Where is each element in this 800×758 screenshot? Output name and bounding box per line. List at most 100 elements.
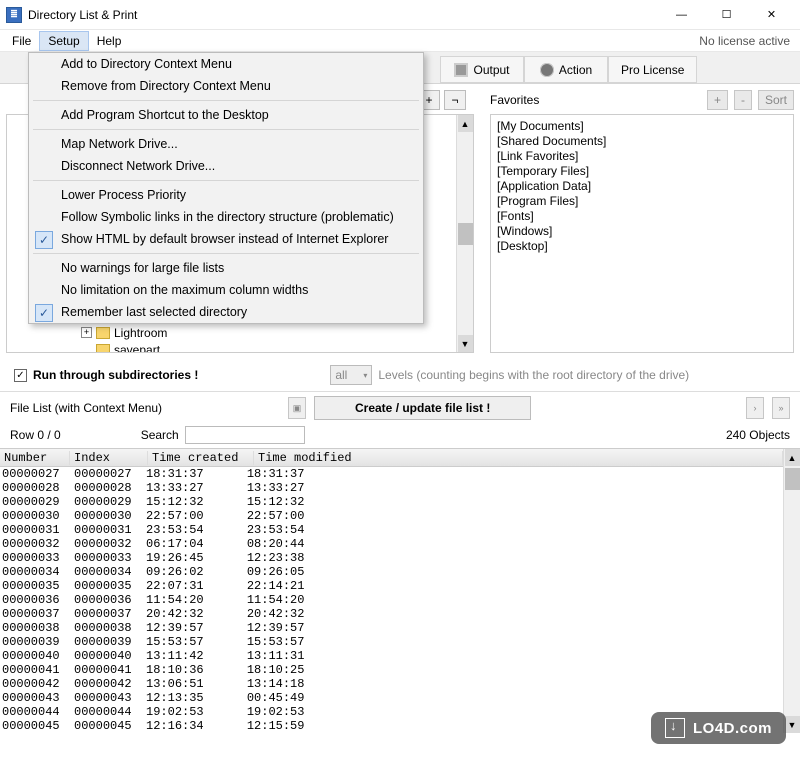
menu-help[interactable]: Help (89, 32, 130, 50)
favorite-item[interactable]: [My Documents] (497, 119, 787, 134)
favorite-add-button[interactable]: + (707, 90, 728, 110)
tree-item[interactable]: savepart (9, 341, 454, 352)
favorite-item[interactable]: [Program Files] (497, 194, 787, 209)
close-button[interactable]: ✕ (749, 1, 794, 29)
tree-item-label: Lightroom (114, 326, 167, 340)
table-row[interactable]: 00000041 00000041 18:10:36 18:10:25 (2, 663, 781, 677)
menu-item[interactable]: Disconnect Network Drive... (29, 155, 423, 177)
menu-item[interactable]: ✓Show HTML by default browser instead of… (29, 228, 423, 250)
favorite-item[interactable]: [Link Favorites] (497, 149, 787, 164)
tree-item-label: savepart (114, 343, 160, 353)
tab-pro-license[interactable]: Pro License (608, 56, 697, 83)
favorite-item[interactable]: [Application Data] (497, 179, 787, 194)
favorite-item[interactable]: [Temporary Files] (497, 164, 787, 179)
table-header-row: Number Index Time created Time modified (0, 449, 783, 467)
setup-dropdown: Add to Directory Context MenuRemove from… (28, 52, 424, 324)
scroll-down-icon[interactable]: ▼ (785, 716, 800, 733)
menu-item[interactable]: Remove from Directory Context Menu (29, 75, 423, 97)
tree-vscrollbar[interactable]: ▲ ▼ (456, 115, 473, 352)
levels-hint: Levels (counting begins with the root di… (378, 368, 689, 382)
table-row[interactable]: 00000035 00000035 22:07:31 22:14:21 (2, 579, 781, 593)
object-count: 240 Objects (726, 428, 790, 442)
scroll-up-icon[interactable]: ▲ (785, 449, 800, 466)
col-index[interactable]: Index (70, 451, 148, 465)
levels-select[interactable]: all ▾ (330, 365, 372, 385)
menu-item[interactable]: Add to Directory Context Menu (29, 53, 423, 75)
table-row[interactable]: 00000028 00000028 13:33:27 13:33:27 (2, 481, 781, 495)
menubar: File Setup Help No license active (0, 30, 800, 52)
table-row[interactable]: 00000037 00000037 20:42:32 20:42:32 (2, 607, 781, 621)
menu-item[interactable]: No warnings for large file lists (29, 257, 423, 279)
page-prev-button[interactable]: › (746, 397, 764, 419)
menu-item[interactable]: Add Program Shortcut to the Desktop (29, 104, 423, 126)
table-row[interactable]: 00000040 00000040 13:11:42 13:11:31 (2, 649, 781, 663)
table-row[interactable]: 00000029 00000029 15:12:32 15:12:32 (2, 495, 781, 509)
tree-item[interactable]: + Lightroom (9, 324, 454, 341)
subdir-row: ✓ Run through subdirectories ! all ▾ Lev… (0, 359, 800, 391)
favorite-item[interactable]: [Windows] (497, 224, 787, 239)
menu-item[interactable]: Map Network Drive... (29, 133, 423, 155)
menu-file[interactable]: File (4, 32, 39, 50)
table-vscrollbar[interactable]: ▲ ▼ (783, 449, 800, 733)
menu-item[interactable]: No limitation on the maximum column widt… (29, 279, 423, 301)
page-next-button[interactable]: » (772, 397, 790, 419)
col-number[interactable]: Number (0, 451, 70, 465)
favorite-item[interactable]: [Shared Documents] (497, 134, 787, 149)
favorite-sort-button[interactable]: Sort (758, 90, 794, 110)
download-icon (665, 718, 685, 738)
minimize-button[interactable]: — (659, 1, 704, 29)
scroll-down-icon[interactable]: ▼ (458, 335, 473, 352)
watermark-text: LO4D.com (693, 720, 772, 737)
scroll-thumb[interactable] (785, 468, 800, 490)
favorites-title: Favorites (490, 93, 539, 107)
favorites-controls: Favorites + - Sort (490, 90, 794, 110)
check-icon: ✓ (35, 231, 53, 249)
menu-item[interactable]: Lower Process Priority (29, 184, 423, 206)
file-table: Number Index Time created Time modified … (0, 449, 783, 733)
window-title: Directory List & Print (28, 8, 659, 22)
scroll-thumb[interactable] (458, 223, 473, 245)
table-row[interactable]: 00000038 00000038 12:39:57 12:39:57 (2, 621, 781, 635)
create-update-button[interactable]: Create / update file list ! (314, 396, 531, 420)
tab-action[interactable]: Action (524, 56, 608, 83)
favorite-remove-button[interactable]: - (734, 90, 752, 110)
col-time-modified[interactable]: Time modified (254, 451, 783, 465)
table-row[interactable]: 00000030 00000030 22:57:00 22:57:00 (2, 509, 781, 523)
menu-separator (33, 180, 419, 181)
table-row[interactable]: 00000033 00000033 19:26:45 12:23:38 (2, 551, 781, 565)
menu-separator (33, 129, 419, 130)
menu-separator (33, 100, 419, 101)
table-row[interactable]: 00000042 00000042 13:06:51 13:14:18 (2, 677, 781, 691)
table-row[interactable]: 00000039 00000039 15:53:57 15:53:57 (2, 635, 781, 649)
menu-item[interactable]: Follow Symbolic links in the directory s… (29, 206, 423, 228)
menu-item[interactable]: ✓Remember last selected directory (29, 301, 423, 323)
gear-icon (540, 63, 554, 77)
row-info: Row 0 / 0 Search 240 Objects (0, 424, 800, 448)
chevron-down-icon: ▾ (363, 371, 367, 380)
menu-separator (33, 253, 419, 254)
table-row[interactable]: 00000043 00000043 12:13:35 00:45:49 (2, 691, 781, 705)
watermark: LO4D.com (651, 712, 786, 744)
scroll-up-icon[interactable]: ▲ (458, 115, 473, 132)
collapse-button[interactable]: ¬ (444, 90, 466, 110)
tree-toggle-icon[interactable]: + (81, 327, 92, 338)
document-icon (454, 63, 468, 77)
table-row[interactable]: 00000034 00000034 09:26:02 09:26:05 (2, 565, 781, 579)
table-row[interactable]: 00000036 00000036 11:54:20 11:54:20 (2, 593, 781, 607)
table-row[interactable]: 00000031 00000031 23:53:54 23:53:54 (2, 523, 781, 537)
subdir-checkbox[interactable]: ✓ (14, 369, 27, 382)
table-row[interactable]: 00000027 00000027 18:31:37 18:31:37 (2, 467, 781, 481)
maximize-button[interactable]: ☐ (704, 1, 749, 29)
favorite-item[interactable]: [Fonts] (497, 209, 787, 224)
favorite-item[interactable]: [Desktop] (497, 239, 787, 254)
folder-icon (96, 344, 110, 353)
table-row[interactable]: 00000032 00000032 06:17:04 08:20:44 (2, 537, 781, 551)
table-body[interactable]: 00000027 00000027 18:31:37 18:31:3700000… (0, 467, 783, 733)
collapse-panel-icon[interactable]: ▣ (288, 397, 306, 419)
col-time-created[interactable]: Time created (148, 451, 254, 465)
favorites-list[interactable]: [My Documents][Shared Documents][Link Fa… (490, 114, 794, 353)
search-input[interactable] (185, 426, 305, 444)
levels-value: all (335, 368, 347, 382)
menu-setup[interactable]: Setup (39, 31, 88, 51)
tab-output[interactable]: Output (440, 56, 524, 83)
